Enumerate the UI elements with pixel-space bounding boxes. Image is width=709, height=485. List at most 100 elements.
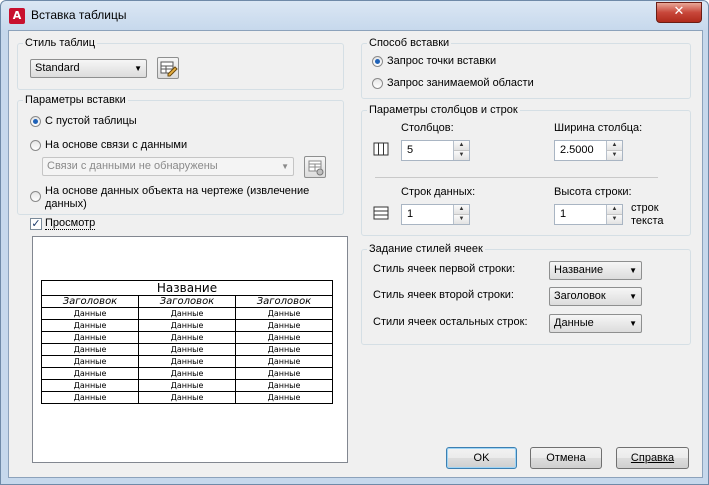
chevron-down-icon: ▼ <box>134 64 142 73</box>
preview-data-cell: Данные <box>41 367 139 380</box>
preview-data-cell: Данные <box>235 379 333 392</box>
other-rows-style-combo[interactable]: Данные ▼ <box>549 314 642 333</box>
radio-window-area[interactable] <box>372 78 383 89</box>
spin-down-icon[interactable]: ▼ <box>607 151 622 160</box>
cell-styles-group-label: Задание стилей ячеек <box>367 243 485 255</box>
spin-down-icon[interactable]: ▼ <box>454 151 469 160</box>
spin-up-icon[interactable]: ▲ <box>607 205 622 215</box>
preview-checkbox[interactable]: ✓ <box>30 218 42 230</box>
preview-data-cell: Данные <box>41 355 139 368</box>
preview-data-cell: Данные <box>138 343 236 356</box>
preview-header-cell: Заголовок <box>235 295 333 308</box>
preview-data-cell: Данные <box>41 343 139 356</box>
insert-params-group-label: Параметры вставки <box>23 94 128 106</box>
table-style-edit-icon <box>160 61 178 77</box>
second-row-style-label: Стиль ячеек второй строки: <box>373 289 514 301</box>
radio-insertion-point[interactable] <box>372 56 383 67</box>
preview-data-cell: Данные <box>138 391 236 404</box>
spinner-buttons: ▲ ▼ <box>453 205 469 224</box>
preview-data-cell: Данные <box>41 331 139 344</box>
autocad-logo-icon: A <box>9 8 25 24</box>
radio-data-link[interactable] <box>30 140 41 151</box>
columns-value: 5 <box>407 144 414 156</box>
columns-label: Столбцов: <box>401 122 454 134</box>
preview-data-cell: Данные <box>138 307 236 320</box>
insert-method-group-label: Способ вставки <box>367 37 452 49</box>
preview-data-row: Данные Данные Данные <box>41 367 333 380</box>
radio-extraction-label: На основе данных объекта на чертеже (изв… <box>45 185 310 210</box>
column-width-label: Ширина столбца: <box>554 122 643 134</box>
second-row-style-combo[interactable]: Заголовок ▼ <box>549 287 642 306</box>
second-row-style-value: Заголовок <box>554 290 606 302</box>
row-height-label: Высота строки: <box>554 186 632 198</box>
preview-checkbox-label: Просмотр <box>45 217 96 230</box>
preview-data-cell: Данные <box>235 331 333 344</box>
preview-header-cell: Заголовок <box>41 295 139 308</box>
preview-table: Название Заголовок Заголовок Заголовок Д… <box>41 280 333 404</box>
spinner-buttons: ▲ ▼ <box>606 141 622 160</box>
row-height-unit: строк текста <box>631 202 664 227</box>
dialog-window: A Вставка таблицы ✕ Стиль таблиц Standar… <box>0 0 709 485</box>
preview-data-cell: Данные <box>235 367 333 380</box>
spin-up-icon[interactable]: ▲ <box>607 141 622 151</box>
spin-down-icon[interactable]: ▼ <box>607 215 622 224</box>
preview-data-cell: Данные <box>41 319 139 332</box>
data-link-manager-icon <box>308 160 324 176</box>
first-row-style-label: Стиль ячеек первой строки: <box>373 263 516 275</box>
preview-data-row: Данные Данные Данные <box>41 307 333 320</box>
insert-method-group <box>361 43 691 99</box>
ok-button[interactable]: OK <box>446 447 517 469</box>
table-style-dialog-button[interactable] <box>157 57 179 79</box>
preview-data-row: Данные Данные Данные <box>41 319 333 332</box>
data-link-combo[interactable]: Связи с данными не обнаружены ▼ <box>42 157 294 176</box>
radio-extraction[interactable] <box>30 191 41 202</box>
radio-window-area-label: Запрос занимаемой области <box>387 77 534 89</box>
spin-up-icon[interactable]: ▲ <box>454 141 469 151</box>
preview-header-cell: Заголовок <box>138 295 236 308</box>
radio-data-link-label: На основе связи с данными <box>45 139 188 151</box>
help-button[interactable]: Справка <box>616 447 689 469</box>
radio-insertion-point-label: Запрос точки вставки <box>387 55 497 67</box>
columns-spinner[interactable]: 5 ▲ ▼ <box>401 140 470 161</box>
preview-data-cell: Данные <box>235 343 333 356</box>
column-width-value: 2.5000 <box>560 144 594 156</box>
chevron-down-icon: ▼ <box>629 292 637 301</box>
preview-data-cell: Данные <box>138 379 236 392</box>
preview-data-cell: Данные <box>235 307 333 320</box>
other-rows-style-value: Данные <box>554 317 594 329</box>
preview-data-row: Данные Данные Данные <box>41 379 333 392</box>
dialog-client-area: Стиль таблиц Standard ▼ Параметры вставк… <box>8 30 703 478</box>
preview-data-row: Данные Данные Данные <box>41 343 333 356</box>
preview-data-cell: Данные <box>235 391 333 404</box>
close-button[interactable]: ✕ <box>656 2 702 23</box>
preview-data-cell: Данные <box>235 319 333 332</box>
radio-empty-table[interactable] <box>30 116 41 127</box>
data-rows-spinner[interactable]: 1 ▲ ▼ <box>401 204 470 225</box>
data-link-manager-button[interactable] <box>304 156 326 178</box>
column-width-spinner[interactable]: 2.5000 ▲ ▼ <box>554 140 623 161</box>
table-preview: Название Заголовок Заголовок Заголовок Д… <box>32 236 348 463</box>
radio-empty-table-label: С пустой таблицы <box>45 115 137 127</box>
preview-data-cell: Данные <box>138 355 236 368</box>
first-row-style-combo[interactable]: Название ▼ <box>549 261 642 280</box>
data-rows-label: Строк данных: <box>401 186 476 198</box>
columns-icon <box>373 142 389 156</box>
table-style-combo[interactable]: Standard ▼ <box>30 59 147 78</box>
chevron-down-icon: ▼ <box>281 162 289 171</box>
preview-data-cell: Данные <box>41 307 139 320</box>
chevron-down-icon: ▼ <box>629 319 637 328</box>
spin-down-icon[interactable]: ▼ <box>454 215 469 224</box>
cancel-button[interactable]: Отмена <box>530 447 602 469</box>
first-row-style-value: Название <box>554 264 604 276</box>
cols-rows-group-label: Параметры столбцов и строк <box>367 104 520 116</box>
spinner-buttons: ▲ ▼ <box>606 205 622 224</box>
row-height-spinner[interactable]: 1 ▲ ▼ <box>554 204 623 225</box>
spin-up-icon[interactable]: ▲ <box>454 205 469 215</box>
data-link-combo-value: Связи с данными не обнаружены <box>47 160 218 172</box>
chevron-down-icon: ▼ <box>629 266 637 275</box>
preview-title-cell: Название <box>41 280 333 296</box>
table-style-value: Standard <box>35 62 80 74</box>
title-bar[interactable]: A Вставка таблицы ✕ <box>1 1 708 31</box>
cols-rows-separator <box>375 177 658 178</box>
window-title: Вставка таблицы <box>31 8 127 22</box>
